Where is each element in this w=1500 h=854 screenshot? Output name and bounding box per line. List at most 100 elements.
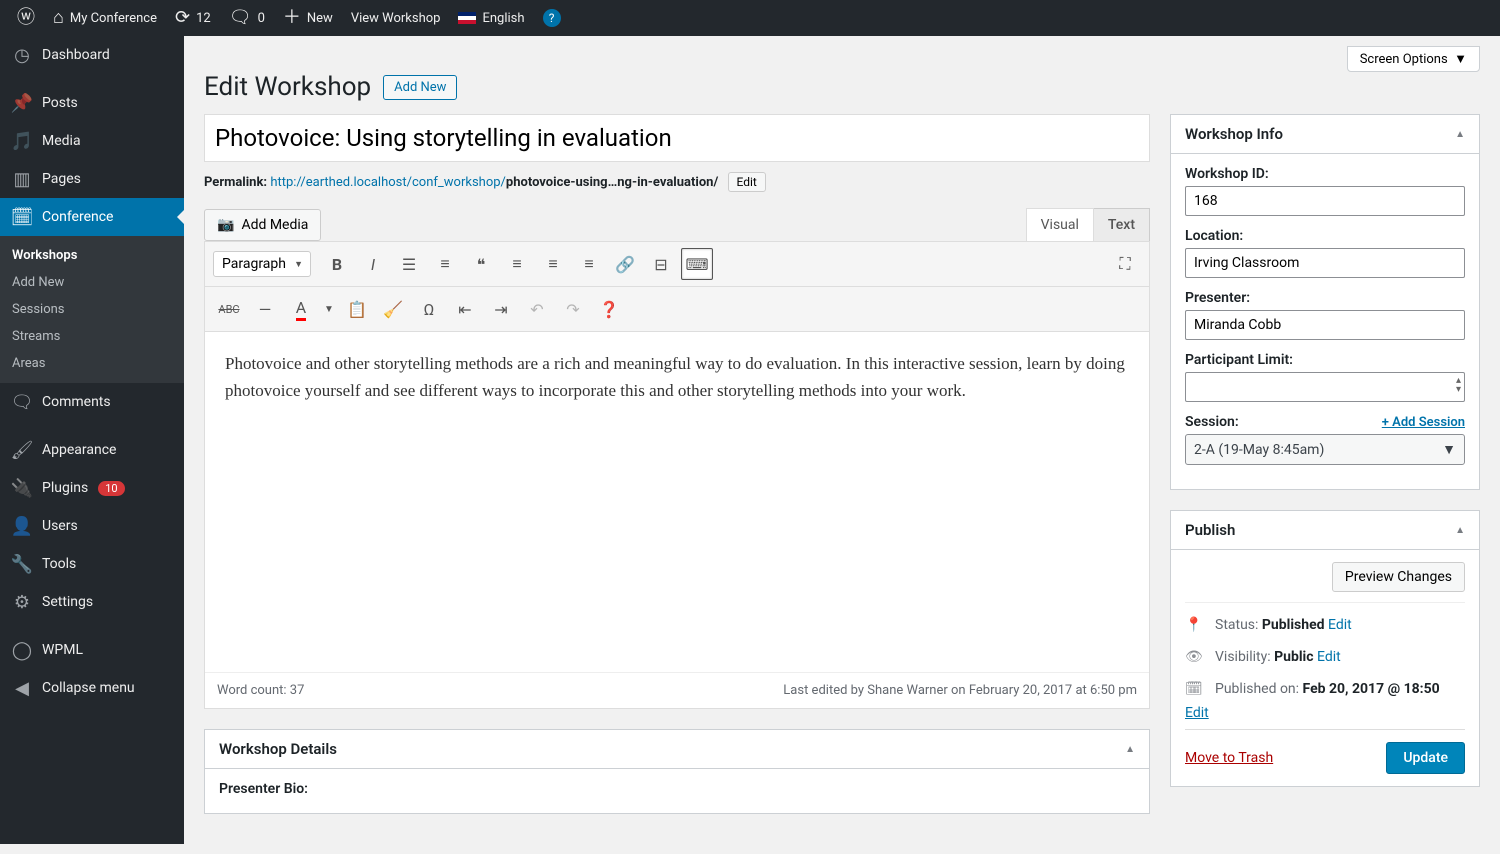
session-select[interactable]: 2-A (19-May 8:45am)▼ <box>1185 434 1465 465</box>
align-center-button[interactable]: ≡ <box>537 248 569 280</box>
format-select[interactable]: Paragraph <box>213 251 311 277</box>
sidebar-item-plugins[interactable]: 🔌Plugins 10 <box>0 469 184 507</box>
number-spinner-icon[interactable]: ▴▾ <box>1456 376 1461 394</box>
presenter-bio-label: Presenter Bio: <box>219 781 1135 797</box>
site-name-label: My Conference <box>70 11 157 26</box>
paste-text-button[interactable]: 📋 <box>341 293 373 325</box>
quote-button[interactable]: ❝ <box>465 248 497 280</box>
sidebar-item-tools[interactable]: 🔧Tools <box>0 545 184 583</box>
add-media-button[interactable]: 📷Add Media <box>204 209 321 241</box>
help-button[interactable]: ❓ <box>593 293 625 325</box>
calendar-icon: 🗓 <box>12 207 32 227</box>
bullet-list-button[interactable]: ☰ <box>393 248 425 280</box>
editor-toolbar-2: ABC — A ▼ 📋 🧹 Ω ⇤ ⇥ ↶ ↷ ❓ <box>205 287 1149 332</box>
published-edit-link[interactable]: Edit <box>1185 705 1209 721</box>
brush-icon: 🖌 <box>12 440 32 460</box>
comments-link[interactable]: 🗨0 <box>220 0 274 36</box>
number-list-button[interactable]: ≡ <box>429 248 461 280</box>
bold-button[interactable]: B <box>321 248 353 280</box>
clear-format-button[interactable]: 🧹 <box>377 293 409 325</box>
text-color-button[interactable]: A <box>285 293 317 325</box>
workshop-details-header[interactable]: Workshop Details ▲ <box>205 730 1149 769</box>
submenu-workshops[interactable]: Workshops <box>0 242 184 269</box>
participant-limit-input[interactable] <box>1185 372 1465 402</box>
sidebar-item-settings[interactable]: ⚙Settings <box>0 583 184 621</box>
page-title: Edit Workshop Add New <box>184 72 1500 114</box>
workshop-details-box: Workshop Details ▲ Presenter Bio: <box>204 729 1150 814</box>
sidebar-label: Pages <box>42 171 81 187</box>
wordpress-icon: ⓦ <box>17 9 35 27</box>
sidebar-item-conference[interactable]: 🗓Conference <box>0 198 184 236</box>
editor: Paragraph B I ☰ ≡ ❝ ≡ ≡ ≡ 🔗 ⊟ ⌨ ⛶ ABC <box>204 241 1150 709</box>
visibility-edit-link[interactable]: Edit <box>1317 649 1341 665</box>
title-input[interactable] <box>204 114 1150 162</box>
submenu-streams[interactable]: Streams <box>0 323 184 350</box>
workshop-id-input[interactable] <box>1185 186 1465 216</box>
gear-icon: ⚙ <box>12 592 32 612</box>
hr-button[interactable]: — <box>249 293 281 325</box>
tab-visual[interactable]: Visual <box>1026 208 1094 241</box>
outdent-button[interactable]: ⇤ <box>449 293 481 325</box>
redo-button[interactable]: ↷ <box>557 293 589 325</box>
media-icon: 🎵 <box>12 131 32 151</box>
undo-button[interactable]: ↶ <box>521 293 553 325</box>
tab-text[interactable]: Text <box>1094 208 1150 241</box>
location-input[interactable] <box>1185 248 1465 278</box>
sidebar-item-dashboard[interactable]: ◷Dashboard <box>0 36 184 74</box>
workshop-info-header[interactable]: Workshop Info ▲ <box>1171 115 1479 154</box>
permalink-link[interactable]: http://earthed.localhost/conf_workshop/p… <box>270 175 718 190</box>
sidebar-item-users[interactable]: 👤Users <box>0 507 184 545</box>
chevron-down-icon: ▼ <box>1442 441 1456 458</box>
move-to-trash-link[interactable]: Move to Trash <box>1185 750 1273 766</box>
content-area: Screen Options ▼ Edit Workshop Add New P… <box>184 36 1500 854</box>
align-left-button[interactable]: ≡ <box>501 248 533 280</box>
submenu-sessions[interactable]: Sessions <box>0 296 184 323</box>
italic-button[interactable]: I <box>357 248 389 280</box>
view-workshop[interactable]: View Workshop <box>342 0 450 36</box>
sidebar-item-comments[interactable]: 🗨Comments <box>0 383 184 421</box>
pin-icon: 📌 <box>12 93 32 113</box>
update-button[interactable]: Update <box>1386 742 1465 774</box>
help-icon[interactable]: ? <box>534 0 570 36</box>
updates-count: 12 <box>196 11 211 26</box>
submenu-areas[interactable]: Areas <box>0 350 184 377</box>
wpml-icon: ◯ <box>12 640 32 660</box>
more-button[interactable]: ⊟ <box>645 248 677 280</box>
sidebar-item-posts[interactable]: 📌Posts <box>0 84 184 122</box>
publish-header[interactable]: Publish ▲ <box>1171 511 1479 550</box>
sidebar-item-pages[interactable]: ▥Pages <box>0 160 184 198</box>
new-content[interactable]: ＋New <box>274 0 342 36</box>
sidebar-collapse[interactable]: ◀Collapse menu <box>0 669 184 707</box>
preview-changes-button[interactable]: Preview Changes <box>1332 562 1465 592</box>
add-new-button[interactable]: Add New <box>383 75 457 100</box>
status-edit-link[interactable]: Edit <box>1328 617 1352 633</box>
plugins-badge: 10 <box>98 481 124 496</box>
add-session-link[interactable]: + Add Session <box>1382 415 1465 430</box>
sidebar-item-media[interactable]: 🎵Media <box>0 122 184 160</box>
screen-options-label: Screen Options <box>1360 52 1448 67</box>
home-icon: ⌂ <box>53 9 64 27</box>
strike-button[interactable]: ABC <box>213 293 245 325</box>
indent-button[interactable]: ⇥ <box>485 293 517 325</box>
align-right-button[interactable]: ≡ <box>573 248 605 280</box>
status-row: 📍 Status: Published Edit <box>1185 609 1465 641</box>
language-switch[interactable]: English <box>449 0 533 36</box>
link-button[interactable]: 🔗 <box>609 248 641 280</box>
wp-logo[interactable]: ⓦ <box>8 0 44 36</box>
color-dropdown[interactable]: ▼ <box>321 293 337 325</box>
presenter-input[interactable] <box>1185 310 1465 340</box>
sidebar-item-appearance[interactable]: 🖌Appearance <box>0 431 184 469</box>
user-icon: 👤 <box>12 516 32 536</box>
editor-body[interactable]: Photovoice and other storytelling method… <box>205 332 1149 672</box>
updates-link[interactable]: ⟳12 <box>166 0 220 36</box>
fullscreen-button[interactable]: ⛶ <box>1109 248 1141 280</box>
submenu-add-new[interactable]: Add New <box>0 269 184 296</box>
permalink-edit-button[interactable]: Edit <box>728 172 766 192</box>
screen-options-button[interactable]: Screen Options ▼ <box>1347 46 1480 72</box>
special-char-button[interactable]: Ω <box>413 293 445 325</box>
sidebar-item-wpml[interactable]: ◯WPML <box>0 631 184 669</box>
toolbar-toggle-button[interactable]: ⌨ <box>681 248 713 280</box>
conference-submenu: Workshops Add New Sessions Streams Areas <box>0 236 184 383</box>
limit-label: Participant Limit: <box>1185 352 1465 368</box>
site-name[interactable]: ⌂ My Conference <box>44 0 166 36</box>
